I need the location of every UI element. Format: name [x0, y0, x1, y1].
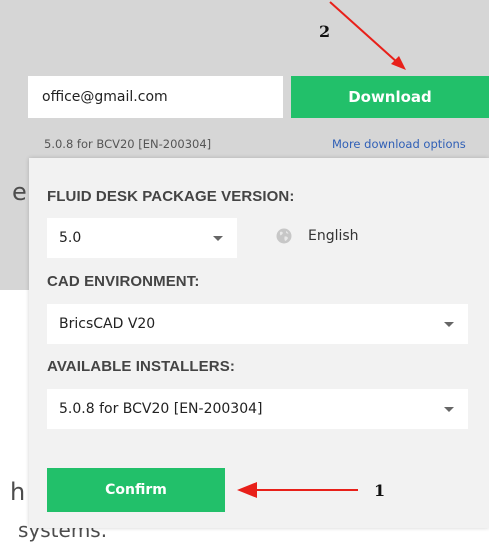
available-installers-value: 5.0.8 for BCV20 [EN-200304]: [59, 401, 263, 417]
more-download-options-link[interactable]: More download options: [332, 137, 466, 151]
available-installers-label: AVAILABLE INSTALLERS:: [47, 358, 235, 375]
cad-environment-value: BricsCAD V20: [59, 316, 156, 332]
package-version-label: FLUID DESK PACKAGE VERSION:: [47, 188, 295, 205]
package-version-select[interactable]: 5.0: [47, 218, 237, 258]
email-input[interactable]: [28, 76, 283, 118]
background-text-fragment: e: [12, 178, 27, 206]
cad-environment-label: CAD ENVIRONMENT:: [47, 273, 200, 290]
chevron-down-icon: [213, 236, 223, 241]
available-installers-select[interactable]: 5.0.8 for BCV20 [EN-200304]: [47, 389, 468, 429]
download-button[interactable]: Download: [291, 76, 489, 118]
step-number-1: 1: [374, 481, 386, 500]
chevron-down-icon: [444, 322, 454, 327]
language-indicator: English: [276, 228, 359, 244]
chevron-down-icon: [444, 407, 454, 412]
confirm-button[interactable]: Confirm: [47, 468, 225, 512]
package-version-value: 5.0: [59, 230, 82, 246]
step-number-2: 2: [319, 22, 331, 41]
version-note: 5.0.8 for BCV20 [EN-200304]: [44, 137, 212, 151]
globe-icon: [276, 228, 292, 244]
cad-environment-select[interactable]: BricsCAD V20: [47, 304, 468, 344]
language-label: English: [308, 228, 359, 244]
background-text-fragment: h: [10, 478, 26, 506]
